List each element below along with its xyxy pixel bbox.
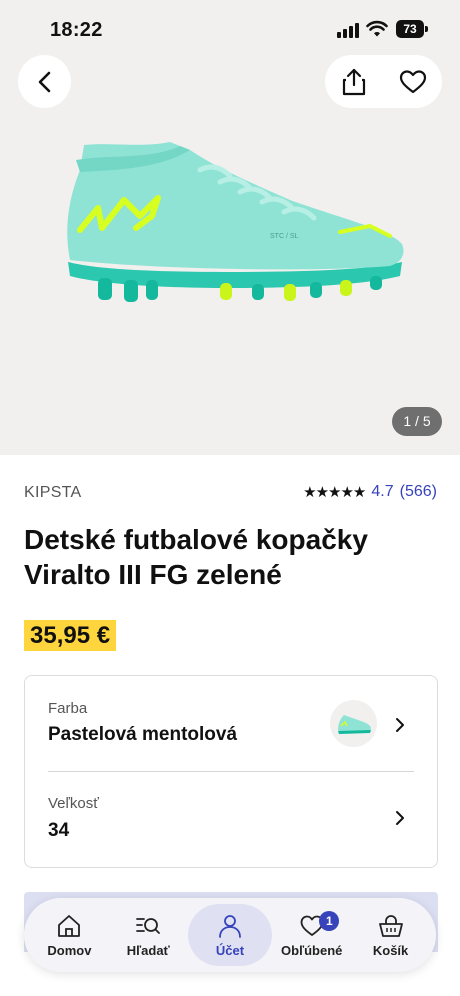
account-icon bbox=[219, 914, 241, 938]
favorite-button[interactable] bbox=[392, 61, 434, 103]
rating-count: (566) bbox=[399, 483, 437, 500]
nav-label-favorites: Obľúbené bbox=[281, 942, 343, 958]
basket-icon bbox=[378, 914, 403, 937]
color-value: Pastelová mentolová bbox=[48, 724, 238, 745]
chevron-right-icon bbox=[396, 811, 404, 825]
nav-label-account: Účet bbox=[215, 942, 245, 958]
size-label: Veľkosť bbox=[48, 795, 99, 812]
nav-item-home[interactable]: Domov bbox=[30, 904, 109, 966]
product-options: Farba Pastelová mentolová Veľkosť 34 bbox=[24, 675, 438, 868]
nav-item-cart[interactable]: Košík bbox=[351, 904, 430, 966]
header-actions bbox=[325, 55, 442, 108]
color-selector[interactable]: Farba Pastelová mentolová bbox=[25, 676, 437, 772]
nav-item-search[interactable]: Hľadať bbox=[109, 904, 188, 966]
size-value: 34 bbox=[48, 820, 70, 841]
product-title: Detské futbalové kopačky Viralto III FG … bbox=[24, 524, 368, 590]
product-brand[interactable]: KIPSTA bbox=[24, 484, 82, 502]
rating-value: 4.7 bbox=[371, 483, 394, 500]
svg-text:STC / SL: STC / SL bbox=[270, 233, 299, 240]
nav-label-home: Domov bbox=[47, 942, 92, 958]
product-image: STC / SL bbox=[67, 142, 404, 302]
chevron-right-icon bbox=[396, 718, 404, 732]
product-rating[interactable]: ★★★★★ 4.7 (566) bbox=[303, 483, 437, 501]
back-button[interactable] bbox=[18, 55, 71, 108]
cellular-signal-icon bbox=[337, 22, 359, 38]
gallery-pager: 1 / 5 bbox=[392, 407, 442, 436]
heart-icon bbox=[399, 70, 427, 94]
search-icon bbox=[136, 917, 161, 934]
share-icon bbox=[342, 68, 366, 96]
status-time: 18:22 bbox=[50, 19, 103, 41]
favorites-badge: 1 bbox=[319, 911, 340, 931]
status-bar: 18:22 73 bbox=[0, 0, 460, 58]
product-price: 35,95 € bbox=[24, 620, 117, 651]
nav-label-search: Hľadať bbox=[126, 942, 170, 958]
wifi-icon bbox=[366, 20, 388, 37]
rating-stars-icon: ★★★★★ bbox=[303, 484, 366, 501]
battery-level: 73 bbox=[396, 20, 424, 38]
color-label: Farba bbox=[48, 700, 88, 717]
nav-label-cart: Košík bbox=[372, 942, 409, 958]
battery-icon: 73 bbox=[396, 20, 428, 38]
product-gallery[interactable]: 18:22 73 STC / SL 1 / 5 bbox=[0, 0, 460, 455]
chevron-left-icon bbox=[38, 71, 50, 92]
bottom-navigation: Domov Hľadať Účet 1 Obľúbené Košík bbox=[24, 898, 436, 972]
nav-item-account[interactable]: Účet bbox=[187, 904, 273, 966]
nav-item-favorites[interactable]: 1 Obľúbené bbox=[272, 904, 351, 966]
home-icon bbox=[58, 914, 81, 937]
size-selector[interactable]: Veľkosť 34 bbox=[25, 772, 437, 868]
share-button[interactable] bbox=[333, 61, 375, 103]
color-swatch-thumbnail bbox=[330, 700, 377, 747]
